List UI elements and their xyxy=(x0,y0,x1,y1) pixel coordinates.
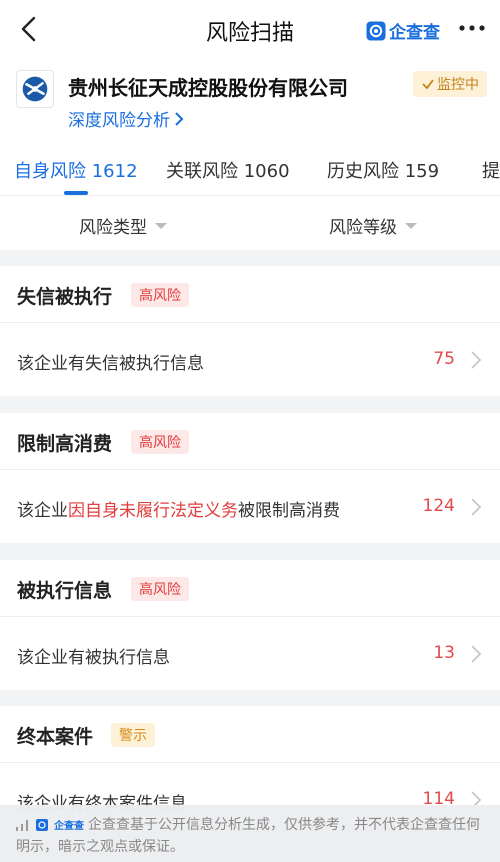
active-tab-indicator xyxy=(64,191,88,195)
disclaimer-footer: 企查查 企查查基于公开信息分析生成，仅供参考，并不代表企查查任何明示，暗示之观点… xyxy=(0,805,500,862)
chevron-right-icon xyxy=(471,645,482,663)
deep-risk-analysis-label: 深度风险分析 xyxy=(68,111,170,131)
risk-row-text: 该企业有失信被执行信息 xyxy=(17,354,204,374)
company-card: 贵州长征天成控股股份有限公司 监控中 深度风险分析 xyxy=(0,58,500,142)
risk-row[interactable]: 该企业有被执行信息 13 xyxy=(0,617,500,690)
chevron-right-icon xyxy=(175,111,184,126)
monitor-status-badge[interactable]: 监控中 xyxy=(413,71,487,97)
risk-count: 75 xyxy=(433,349,455,369)
section-title: 失信被执行 xyxy=(17,286,113,308)
more-dots-icon[interactable] xyxy=(458,18,486,38)
chevron-right-icon xyxy=(471,351,482,369)
section-title: 限制高消费 xyxy=(17,433,113,455)
risk-section-dishonest: 失信被执行 高风险 该企业有失信被执行信息 75 xyxy=(0,266,500,396)
chevron-right-icon xyxy=(471,498,482,516)
risk-count: 124 xyxy=(422,496,455,516)
high-risk-tag: 高风险 xyxy=(131,577,189,601)
row-text-highlight: 因自身未履行法定义务 xyxy=(68,501,238,521)
risk-tabs: 自身风险 1612 关联风险 1060 历史风险 159 提 xyxy=(0,142,500,196)
risk-level-label: 风险等级 xyxy=(329,218,397,238)
tab-more[interactable]: 提 xyxy=(482,157,500,183)
brand-logo: 企查查 xyxy=(366,18,440,43)
caret-down-icon xyxy=(155,222,167,229)
disclaimer-text: 企查查基于公开信息分析生成，仅供参考，并不代表企查查任何明示，暗示之观点或保证。 xyxy=(16,817,480,855)
tab-own-risk[interactable]: 自身风险 1612 xyxy=(14,157,138,183)
tab-related-risk[interactable]: 关联风险 1060 xyxy=(166,157,290,183)
monitor-label: 监控中 xyxy=(437,77,479,93)
row-text-suffix: 被限制高消费 xyxy=(238,501,340,521)
check-icon xyxy=(422,79,434,90)
risk-row-text: 该企业因自身未履行法定义务被限制高消费 xyxy=(17,496,340,521)
risk-count: 13 xyxy=(433,643,455,663)
risk-section-consumption-limit: 限制高消费 高风险 该企业因自身未履行法定义务被限制高消费 124 xyxy=(0,413,500,543)
risk-level-filter[interactable]: 风险等级 xyxy=(329,213,417,238)
section-title: 终本案件 xyxy=(17,726,94,748)
high-risk-tag: 高风险 xyxy=(131,283,189,307)
section-title: 被执行信息 xyxy=(17,580,113,602)
risk-row[interactable]: 该企业有失信被执行信息 75 xyxy=(0,323,500,396)
section-header: 终本案件 警示 xyxy=(0,706,500,763)
tab-history-risk[interactable]: 历史风险 159 xyxy=(327,157,439,183)
risk-row-text: 该企业有被执行信息 xyxy=(17,648,170,668)
high-risk-tag: 高风险 xyxy=(131,430,189,454)
warning-tag: 警示 xyxy=(111,723,155,747)
section-header: 限制高消费 高风险 xyxy=(0,413,500,470)
row-text-prefix: 该企业 xyxy=(17,501,68,521)
qichacha-logo-icon xyxy=(366,21,386,40)
risk-section-executed: 被执行信息 高风险 该企业有被执行信息 13 xyxy=(0,560,500,690)
filter-bar: 风险类型 风险等级 xyxy=(0,196,500,250)
risk-type-filter[interactable]: 风险类型 xyxy=(79,213,167,238)
risk-row[interactable]: 该企业因自身未履行法定义务被限制高消费 124 xyxy=(0,470,500,543)
caret-down-icon xyxy=(405,222,417,229)
section-header: 失信被执行 高风险 xyxy=(0,266,500,323)
risk-type-label: 风险类型 xyxy=(79,218,147,238)
company-logo xyxy=(16,70,54,108)
section-header: 被执行信息 高风险 xyxy=(0,560,500,617)
company-name: 贵州长征天成控股股份有限公司 xyxy=(68,76,348,100)
app-header: 风险扫描 企查查 xyxy=(0,0,500,58)
deep-risk-analysis-link[interactable]: 深度风险分析 xyxy=(68,106,184,131)
brand-name: 企查查 xyxy=(389,23,440,43)
